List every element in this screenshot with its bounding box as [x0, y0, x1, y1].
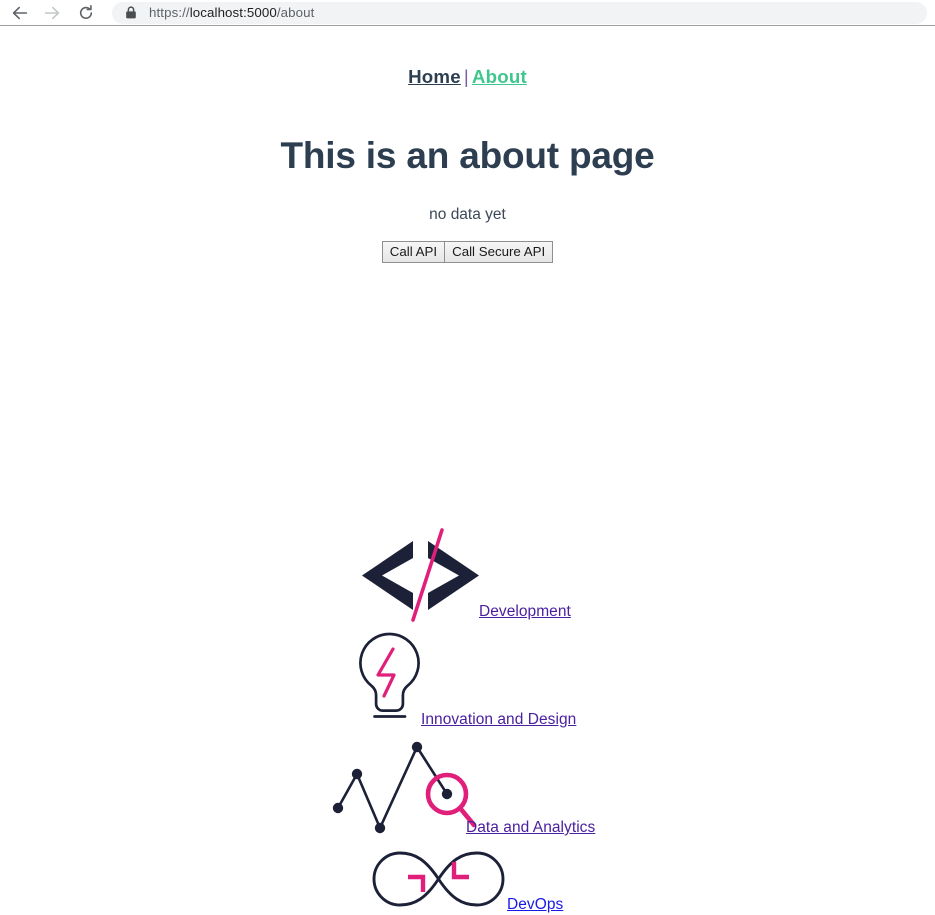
line-chart-magnifier-icon	[328, 738, 478, 843]
code-brackets-icon	[358, 528, 483, 628]
reload-icon	[77, 4, 95, 22]
url-host: localhost:5000	[189, 5, 277, 20]
api-status-text: no data yet	[429, 206, 506, 223]
service-link-devops[interactable]: DevOps	[507, 896, 563, 914]
forward-button	[38, 1, 66, 25]
url-scheme: https://	[149, 5, 190, 20]
nav-link-home[interactable]: Home	[408, 66, 461, 87]
back-button[interactable]	[6, 1, 34, 25]
browser-toolbar: https://localhost:5000/about	[0, 0, 935, 26]
lock-icon	[124, 6, 137, 19]
call-secure-api-button[interactable]: Call Secure API	[444, 241, 554, 263]
api-button-group: Call API Call Secure API	[0, 224, 935, 263]
service-link-analytics[interactable]: Data and Analytics	[466, 819, 595, 837]
page-content: Home | About This is an about page no data…	[0, 26, 935, 913]
nav-link-about[interactable]: About	[472, 66, 527, 87]
reload-button[interactable]	[72, 1, 100, 25]
address-bar-url: https://localhost:5000/about	[149, 5, 314, 20]
nav-separator: |	[463, 66, 469, 87]
lightbulb-icon	[350, 630, 430, 730]
back-arrow-icon	[11, 4, 29, 22]
service-link-innovation[interactable]: Innovation and Design	[421, 711, 576, 729]
service-link-development[interactable]: Development	[479, 603, 571, 621]
url-path: /about	[276, 5, 315, 20]
infinity-loop-icon	[366, 848, 511, 915]
address-bar[interactable]: https://localhost:5000/about	[112, 1, 927, 24]
forward-arrow-icon	[43, 4, 61, 22]
call-api-button[interactable]: Call API	[381, 241, 445, 263]
page-title: This is an about page	[280, 135, 655, 176]
site-navigation: Home | About	[0, 26, 935, 88]
